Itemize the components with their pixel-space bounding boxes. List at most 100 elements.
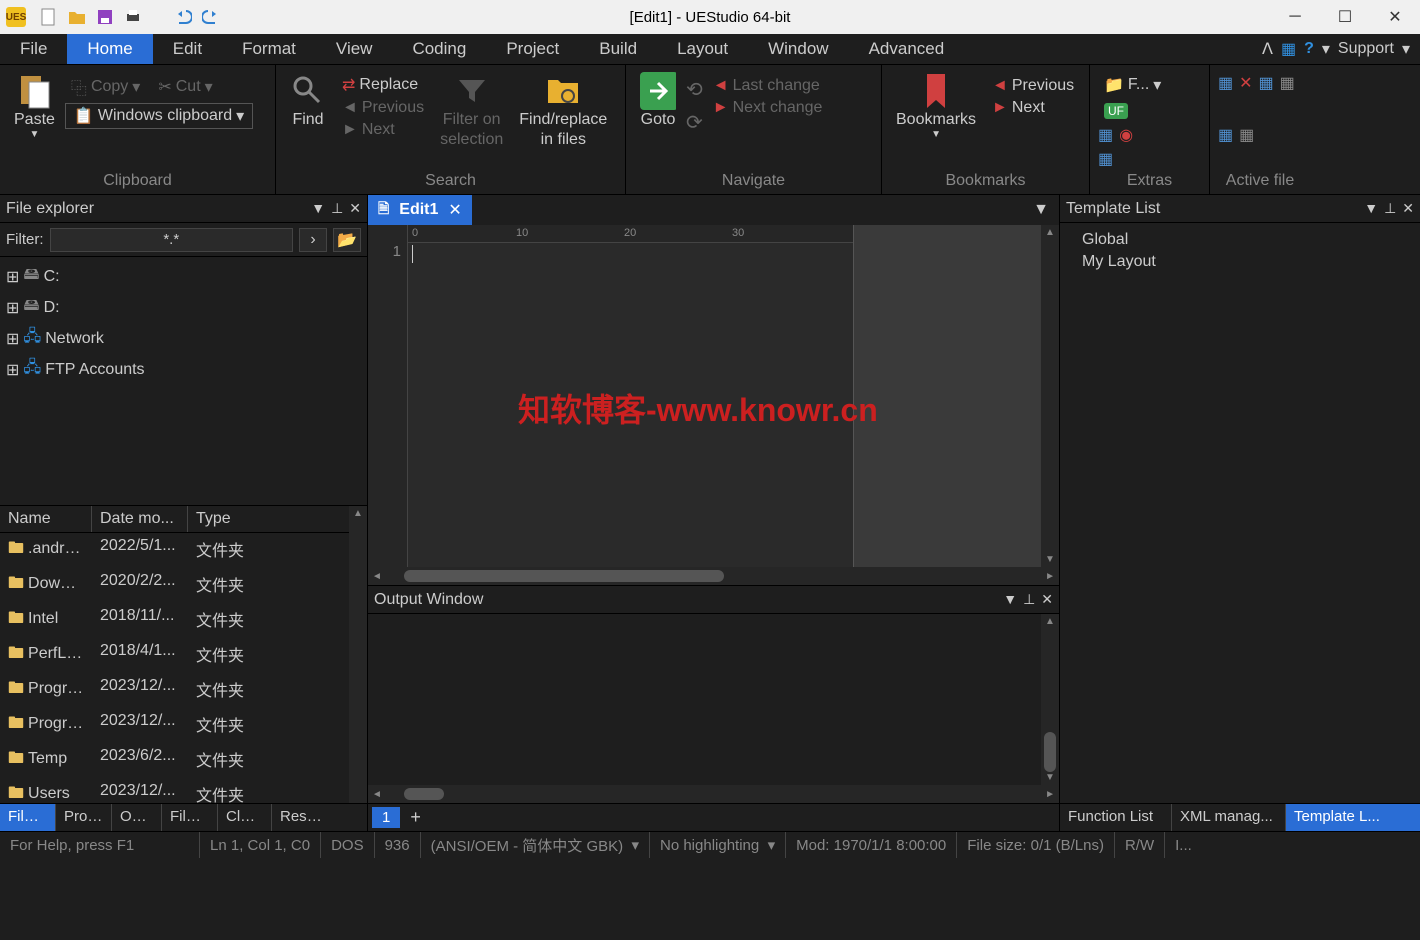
nav-forward-icon[interactable]: ⟳	[686, 110, 703, 135]
tab-xml-manager[interactable]: XML manag...	[1172, 804, 1286, 831]
collapse-ribbon-icon[interactable]: ᐱ	[1262, 39, 1273, 59]
extras-icon-3[interactable]: ▦	[1098, 149, 1113, 169]
status-insert[interactable]: I...	[1165, 832, 1202, 858]
af-icon-2[interactable]: ✕	[1239, 73, 1252, 93]
menu-build[interactable]: Build	[579, 34, 657, 64]
filter-input[interactable]	[50, 228, 294, 252]
tree-item-ftp[interactable]: ⊞🖧FTP Accounts	[6, 354, 361, 385]
tab-resource[interactable]: Reso...	[272, 804, 330, 831]
output-vscroll[interactable]: ▲▼	[1041, 614, 1059, 785]
bookmark-previous-button[interactable]: ◄Previous	[986, 75, 1080, 97]
editor-area[interactable]: 1 0102030 知软博客-www.knowr.cn ▲▼	[368, 225, 1059, 567]
status-codepage[interactable]: 936	[375, 832, 421, 858]
menu-advanced[interactable]: Advanced	[849, 34, 965, 64]
paste-button[interactable]: Paste ▼	[8, 69, 61, 144]
menu-coding[interactable]: Coding	[392, 34, 486, 64]
menu-layout[interactable]: Layout	[657, 34, 748, 64]
panel-close-icon[interactable]: ✕	[349, 200, 361, 217]
status-position[interactable]: Ln 1, Col 1, C0	[200, 832, 321, 858]
nav-back-icon[interactable]: ⟲	[686, 77, 703, 102]
status-encoding[interactable]: (ANSI/OEM - 简体中文 GBK) ▾	[421, 832, 650, 858]
minimize-button[interactable]: ─	[1270, 0, 1320, 34]
tree-item-network[interactable]: ⊞🖧Network	[6, 323, 361, 354]
panel-pin-icon[interactable]: ⊥	[331, 200, 343, 217]
new-file-icon[interactable]	[38, 6, 60, 28]
table-row[interactable]: 🖿PerfLogs2018/4/1...文件夹	[0, 638, 349, 673]
tab-class[interactable]: Clas...	[218, 804, 272, 831]
col-type[interactable]: Type	[188, 506, 349, 532]
filter-go-button[interactable]: ›	[299, 228, 327, 252]
tab-template-list[interactable]: Template L...	[1286, 804, 1420, 831]
af-icon-4[interactable]: ▦	[1280, 73, 1295, 93]
uf-icon[interactable]: UF	[1098, 101, 1134, 121]
menu-project[interactable]: Project	[486, 34, 579, 64]
tabs-dropdown-icon[interactable]: ▼	[1023, 195, 1059, 225]
output-dropdown-icon[interactable]: ▼	[1003, 591, 1017, 608]
extras-icon-2[interactable]: ◉	[1119, 125, 1133, 145]
table-row[interactable]: 🖿Temp2023/6/2...文件夹	[0, 743, 349, 778]
tab-project[interactable]: Proje...	[56, 804, 112, 831]
bookmarks-button[interactable]: Bookmarks ▼	[890, 69, 982, 144]
menu-window[interactable]: Window	[748, 34, 848, 64]
windows-clipboard-button[interactable]: 📋Windows clipboard ▾	[65, 103, 253, 129]
template-item-global[interactable]: Global	[1070, 229, 1410, 251]
find-next-button[interactable]: ►Next	[336, 119, 430, 141]
editor-tab-edit1[interactable]: 🗎 Edit1 ✕	[368, 195, 472, 225]
undo-icon[interactable]	[172, 6, 194, 28]
find-in-files-button[interactable]: Find/replace in files	[513, 69, 613, 153]
menu-format[interactable]: Format	[222, 34, 316, 64]
add-view-tab[interactable]: +	[404, 807, 427, 828]
table-row[interactable]: 🖿Intel2018/11/...文件夹	[0, 603, 349, 638]
tab-file[interactable]: File ...	[0, 804, 56, 831]
replace-button[interactable]: ⇄Replace	[336, 73, 430, 97]
editor-hscroll[interactable]: ◄►	[368, 567, 1059, 585]
table-row[interactable]: 🖿.android2022/5/1...文件夹	[0, 533, 349, 568]
status-highlight[interactable]: No highlighting ▾	[650, 832, 786, 858]
redo-icon[interactable]	[200, 6, 222, 28]
tpl-pin-icon[interactable]: ⊥	[1384, 200, 1396, 217]
output-body[interactable]	[368, 614, 1041, 785]
tree-item-d[interactable]: ⊞🖴D:	[6, 292, 361, 323]
menu-file[interactable]: File	[0, 34, 67, 64]
table-row[interactable]: 🖿Progra...2023/12/...文件夹	[0, 673, 349, 708]
tab-function-list[interactable]: Function List	[1060, 804, 1172, 831]
tab-open[interactable]: Ope...	[112, 804, 162, 831]
af-icon-3[interactable]: ▦	[1259, 73, 1274, 93]
col-name[interactable]: Name	[0, 506, 92, 532]
scroll-up-icon[interactable]: ▲	[353, 508, 363, 519]
support-link[interactable]: Support	[1338, 40, 1394, 58]
status-eol[interactable]: DOS	[321, 832, 375, 858]
status-readwrite[interactable]: R/W	[1115, 832, 1165, 858]
menu-home[interactable]: Home	[67, 34, 152, 64]
af-icon-1[interactable]: ▦	[1218, 73, 1233, 93]
table-row[interactable]: 🖿Progra...2023/12/...文件夹	[0, 708, 349, 743]
print-icon[interactable]	[122, 6, 144, 28]
tpl-dropdown-icon[interactable]: ▼	[1364, 200, 1378, 217]
find-previous-button[interactable]: ◄Previous	[336, 97, 430, 119]
open-file-icon[interactable]	[66, 6, 88, 28]
menu-edit[interactable]: Edit	[153, 34, 222, 64]
menu-view[interactable]: View	[316, 34, 393, 64]
close-button[interactable]: ✕	[1370, 0, 1420, 34]
help-icon[interactable]: ?	[1304, 40, 1314, 58]
panel-dropdown-icon[interactable]: ▼	[311, 200, 325, 217]
find-button[interactable]: Find	[284, 69, 332, 133]
editor-vscroll[interactable]: ▲▼	[1041, 225, 1059, 567]
af-icon-6[interactable]: ▦	[1239, 125, 1254, 145]
output-pin-icon[interactable]: ⊥	[1023, 591, 1035, 608]
cut-button[interactable]: ✂Cut ▾	[152, 73, 218, 101]
bookmark-next-button[interactable]: ►Next	[986, 97, 1080, 119]
last-change-button[interactable]: ◄Last change	[707, 75, 829, 97]
view-tab-1[interactable]: 1	[372, 807, 400, 828]
filter-browse-button[interactable]: 📂	[333, 228, 361, 252]
extras-icon-1[interactable]: ▦	[1098, 125, 1113, 145]
next-change-button[interactable]: ►Next change	[707, 97, 829, 119]
ribbon-layout-icon[interactable]: ▦	[1281, 39, 1296, 59]
output-close-icon[interactable]: ✕	[1041, 591, 1053, 608]
table-row[interactable]: 🖿Downlo...2020/2/2...文件夹	[0, 568, 349, 603]
tab-close-icon[interactable]: ✕	[448, 200, 461, 220]
col-date[interactable]: Date mo...	[92, 506, 188, 532]
favorites-button[interactable]: 📁F... ▾	[1098, 73, 1167, 97]
maximize-button[interactable]: ☐	[1320, 0, 1370, 34]
goto-button[interactable]: Goto	[634, 69, 682, 133]
